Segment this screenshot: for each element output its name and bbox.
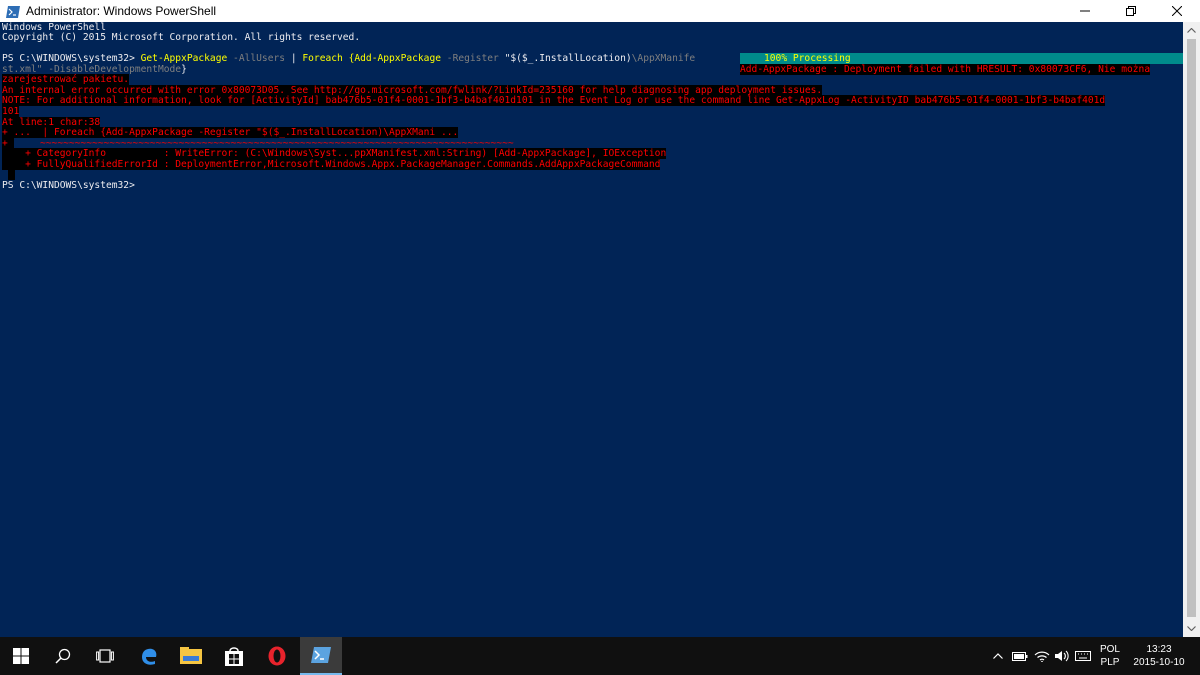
scroll-up-arrow[interactable]: [1183, 22, 1200, 39]
language-indicator[interactable]: POL PLP: [1094, 637, 1126, 675]
minimize-icon: [1080, 10, 1090, 12]
error-line: + FullyQualifiedErrorId : DeploymentErro…: [2, 159, 661, 170]
file-explorer-button[interactable]: [170, 637, 212, 675]
title-bar: Administrator: Windows PowerShell: [0, 0, 1200, 22]
error-line: zarejestrować pakietu.: [2, 74, 130, 85]
vertical-scrollbar[interactable]: [1183, 22, 1200, 637]
powershell-icon: [311, 647, 331, 663]
store-button[interactable]: [213, 637, 255, 675]
chevron-down-icon: [1187, 626, 1196, 631]
error-line: 101: [2, 106, 20, 117]
console-area[interactable]: Windows PowerShell Copyright (C) 2015 Mi…: [0, 22, 1183, 637]
file-explorer-icon: [180, 647, 202, 664]
powershell-taskbar-button[interactable]: [300, 637, 342, 675]
start-icon: [13, 648, 29, 664]
keyboard-icon: [1075, 651, 1091, 661]
battery-icon: [1012, 651, 1028, 661]
close-button[interactable]: [1154, 0, 1200, 22]
taskbar: POL PLP 13:23 2015-10-10: [0, 637, 1200, 675]
command-line: PS C:\WINDOWS\system32> Get-AppxPackage …: [2, 53, 696, 64]
error-line-end: [8, 169, 15, 180]
console-line: Copyright (C) 2015 Microsoft Corporation…: [2, 32, 361, 43]
deployment-error-text: Add-AppxPackage : Deployment failed with…: [740, 64, 1151, 75]
window-title: Administrator: Windows PowerShell: [26, 4, 217, 18]
speaker-icon: [1055, 650, 1069, 662]
error-line: NOTE: For additional information, look f…: [2, 95, 1106, 106]
show-hidden-icons-button[interactable]: [988, 637, 1008, 675]
restore-icon: [1126, 6, 1136, 16]
wifi-icon: [1034, 651, 1050, 662]
edge-icon: [142, 648, 157, 665]
search-button[interactable]: [42, 637, 84, 675]
error-line: + ... | Foreach {Add-AppxPackage -Regist…: [2, 127, 459, 138]
prompt-line[interactable]: PS C:\WINDOWS\system32>: [2, 180, 135, 191]
task-view-button[interactable]: [84, 637, 126, 675]
start-button[interactable]: [0, 637, 42, 675]
volume-button[interactable]: [1053, 637, 1073, 675]
edge-button[interactable]: [128, 637, 170, 675]
scrollbar-thumb[interactable]: [1187, 39, 1196, 617]
opera-icon: [268, 646, 286, 666]
opera-button[interactable]: [256, 637, 298, 675]
keyboard-layout-code: PLP: [1100, 657, 1120, 668]
language-code: POL: [1099, 644, 1120, 655]
powershell-icon: [6, 5, 20, 18]
progress-text: 100% Processing: [764, 53, 851, 64]
search-icon: [55, 648, 71, 664]
task-view-icon: [96, 649, 114, 663]
clock-date: 2015-10-10: [1133, 657, 1185, 668]
battery-button[interactable]: [1010, 637, 1030, 675]
clock[interactable]: 13:23 2015-10-10: [1128, 637, 1190, 675]
clock-time: 13:23: [1146, 644, 1172, 655]
chevron-up-icon: [993, 653, 1003, 659]
close-icon: [1172, 6, 1182, 16]
restore-button[interactable]: [1108, 0, 1154, 22]
chevron-up-icon: [1187, 28, 1196, 33]
minimize-button[interactable]: [1062, 0, 1108, 22]
error-line: + CategoryInfo : WriteError: (C:\Windows…: [2, 148, 667, 159]
store-icon: [225, 647, 243, 666]
scroll-down-arrow[interactable]: [1183, 620, 1200, 637]
wifi-button[interactable]: [1032, 637, 1052, 675]
keyboard-button[interactable]: [1073, 637, 1093, 675]
